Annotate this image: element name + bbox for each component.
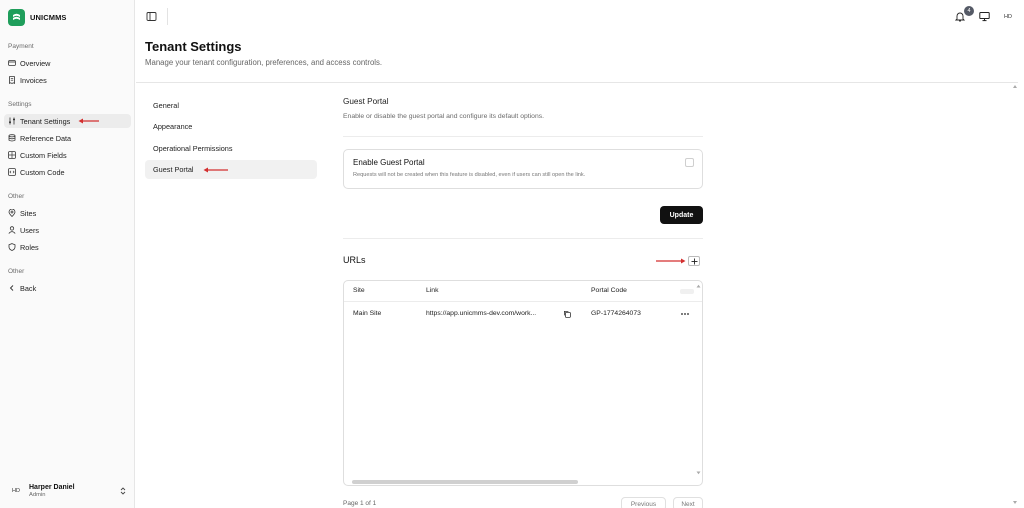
brand[interactable]: UNICMMS — [8, 8, 67, 26]
section-description: Enable or disable the guest portal and c… — [343, 113, 545, 120]
cell-portal-code: GP-1774264073 — [591, 310, 641, 317]
user-icon — [8, 226, 16, 234]
sidebar-item-label: Custom Code — [20, 167, 65, 177]
enable-guest-portal-card: Enable Guest Portal Requests will not be… — [343, 149, 703, 189]
column-header-site: Site — [353, 287, 365, 294]
sidebar-item-label: Back — [20, 283, 37, 293]
enable-guest-portal-checkbox[interactable] — [685, 158, 694, 167]
sidebar-item-label: Custom Fields — [20, 150, 67, 160]
horizontal-scrollbar[interactable] — [352, 480, 578, 484]
sidebar-item-invoices[interactable]: Invoices — [4, 73, 131, 87]
sidebar-item-sites[interactable]: Sites — [4, 206, 131, 220]
tab-general[interactable]: General — [145, 96, 317, 115]
urls-divider — [343, 238, 703, 239]
nav-group-label-settings: Settings — [8, 101, 32, 108]
section-title: Guest Portal — [343, 97, 389, 106]
brand-name: UNICMMS — [30, 12, 67, 22]
user-role: Admin — [29, 492, 46, 498]
app-root: UNICMMS Payment Overview Invoices Settin… — [0, 0, 1024, 508]
sidebar-item-reference-data[interactable]: Reference Data — [4, 131, 131, 145]
tab-operational-permissions[interactable]: Operational Permissions — [145, 139, 317, 158]
cell-site: Main Site — [353, 310, 382, 317]
sidebar-item-label: Tenant Settings — [20, 116, 71, 126]
urls-table: Site Link Portal Code Main Site https://… — [343, 280, 703, 486]
chevron-up-down-icon — [120, 487, 126, 495]
sidebar-item-users[interactable]: Users — [4, 223, 131, 237]
page-scrollbar[interactable] — [1012, 84, 1018, 508]
code-icon — [8, 168, 16, 176]
sliders-icon — [9, 117, 15, 125]
cell-link[interactable]: https://app.unicmms-dev.com/work... — [426, 310, 556, 317]
header-divider-line — [344, 301, 702, 302]
grid-icon — [8, 151, 16, 159]
chevron-left-icon — [9, 285, 14, 291]
receipt-icon — [9, 76, 15, 84]
map-pin-icon — [8, 209, 16, 217]
avatar: HD — [12, 488, 20, 494]
previous-button[interactable]: Previous — [621, 497, 666, 508]
sidebar-item-custom-fields[interactable]: Custom Fields — [4, 148, 131, 162]
sidebar-item-tenant-settings[interactable]: Tenant Settings — [4, 114, 131, 128]
tab-guest-portal[interactable]: Guest Portal — [145, 160, 317, 179]
sidebar-item-label: Sites — [20, 208, 37, 218]
enable-guest-portal-title: Enable Guest Portal — [353, 158, 425, 167]
add-url-button[interactable] — [688, 256, 700, 266]
wallet-icon — [8, 60, 16, 66]
shield-icon — [8, 243, 16, 251]
sidebar-item-roles[interactable]: Roles — [4, 240, 131, 254]
annotation-arrow-icon — [78, 118, 99, 124]
user-meta: Harper Daniel Admin — [29, 484, 75, 498]
more-horizontal-icon[interactable] — [680, 310, 690, 318]
topbar: 4 HD — [136, 0, 1024, 34]
next-button[interactable]: Next — [673, 497, 703, 508]
column-header-actions — [680, 289, 694, 294]
page-title: Tenant Settings — [145, 39, 242, 54]
column-header-portal-code: Portal Code — [591, 287, 627, 294]
scroll-down-icon[interactable] — [696, 471, 701, 475]
sidebar-item-label: Overview — [20, 58, 51, 68]
pagination-text: Page 1 of 1 — [343, 500, 377, 507]
urls-title: URLs — [343, 255, 366, 265]
notification-badge: 4 — [964, 6, 974, 16]
sidebar-item-custom-code[interactable]: Custom Code — [4, 165, 131, 179]
page-subtitle: Manage your tenant configuration, prefer… — [145, 58, 383, 67]
section-divider — [343, 136, 703, 137]
sidebar-item-label: Roles — [20, 242, 39, 252]
annotation-arrow-icon — [656, 258, 686, 264]
top-avatar[interactable]: HD — [999, 8, 1017, 26]
topbar-divider — [167, 8, 168, 25]
copy-icon[interactable] — [563, 310, 571, 318]
enable-guest-portal-description: Requests will not be created when this f… — [353, 172, 586, 178]
sidebar-item-label: Reference Data — [20, 133, 72, 143]
tab-appearance[interactable]: Appearance — [145, 117, 317, 136]
annotation-arrow-icon — [203, 167, 228, 173]
monitor-icon[interactable] — [979, 11, 990, 22]
brand-logo-icon — [8, 8, 25, 26]
nav-group-label-other: Other — [8, 193, 25, 200]
sidebar-item-overview[interactable]: Overview — [4, 56, 131, 70]
user-menu[interactable]: HD Harper Daniel Admin — [4, 478, 131, 504]
header-divider — [136, 82, 1018, 83]
scroll-up-icon[interactable] — [696, 284, 701, 288]
update-button[interactable]: Update — [660, 206, 703, 224]
user-name: Harper Daniel — [29, 484, 75, 491]
nav-group-label-payment: Payment — [8, 43, 34, 50]
sidebar-item-back[interactable]: Back — [4, 281, 131, 295]
sidebar: UNICMMS Payment Overview Invoices Settin… — [0, 0, 135, 508]
plus-icon — [691, 258, 697, 264]
sidebar-toggle-icon[interactable] — [146, 11, 157, 22]
sidebar-item-label: Users — [20, 225, 40, 235]
column-header-link: Link — [426, 287, 439, 294]
database-icon — [8, 134, 16, 142]
nav-group-label-other-2: Other — [8, 268, 25, 275]
sidebar-item-label: Invoices — [20, 75, 47, 85]
